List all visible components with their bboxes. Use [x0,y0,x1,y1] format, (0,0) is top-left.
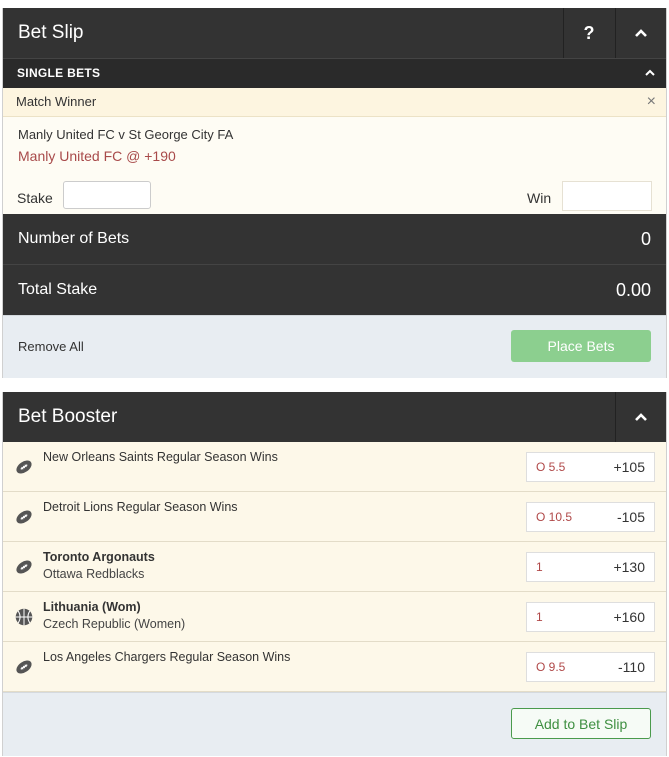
odds-price: +105 [613,459,645,475]
number-of-bets-label: Number of Bets [18,230,130,247]
booster-event-line1: Los Angeles Chargers Regular Season Wins [43,650,291,664]
football-icon [14,457,34,477]
win-label: Win [527,190,552,206]
single-bets-header: SINGLE BETS [3,58,666,88]
total-stake-row: Total Stake 0.00 [3,265,666,315]
odds-button[interactable]: 1 +160 [526,602,655,632]
chevron-up-icon[interactable] [644,68,656,77]
odds-button[interactable]: O 10.5 -105 [526,502,655,532]
odds-line: O 5.5 [536,460,566,474]
chevron-up-icon [635,29,647,37]
win-amount-field [562,181,652,211]
basketball-icon [14,607,34,627]
number-of-bets-value: 0 [640,229,651,249]
football-icon [14,657,34,677]
remove-all-link[interactable]: Remove All [18,316,84,378]
bet-slip-footer: Remove All Place Bets [3,315,666,378]
total-stake-value: 0.00 [615,280,651,300]
booster-row: New Orleans Saints Regular Season Wins O … [3,442,666,492]
bet-booster-title: Bet Booster [18,406,118,427]
odds-price: -105 [616,509,645,525]
booster-row: Los Angeles Chargers Regular Season Wins… [3,642,666,692]
place-bets-button[interactable]: Place Bets [511,330,651,362]
add-to-bet-slip-button[interactable]: Add to Bet Slip [511,708,651,739]
booster-event-line1: New Orleans Saints Regular Season Wins [43,450,278,464]
market-bar: Match Winner × [3,88,666,117]
odds-line: O 9.5 [536,660,566,674]
total-stake-label: Total Stake [18,281,98,298]
odds-price: +130 [613,559,645,575]
football-icon [14,557,34,577]
bet-slip-header: Bet Slip ? [3,8,666,58]
bet-slip-title: Bet Slip [18,22,84,43]
bet-booster-header: Bet Booster [3,392,666,442]
booster-event-line2: Czech Republic (Women) [43,617,186,631]
booster-row: Lithuania (Wom) Czech Republic (Women) 1 +1… [3,592,666,642]
stake-label: Stake [17,190,53,206]
odds-price: -110 [618,659,645,675]
bet-booster-panel: Bet Booster New Orleans Saints Regular S… [2,392,667,756]
football-icon [14,507,34,527]
stake-input[interactable] [63,181,151,209]
odds-button[interactable]: O 9.5 -110 [526,652,655,682]
bet-booster-footer: Add to Bet Slip [3,692,666,756]
collapse-bet-slip-button[interactable] [615,8,666,58]
odds-price: +160 [613,609,645,625]
odds-line: 1 [536,560,543,574]
booster-row: Toronto Argonauts Ottawa Redblacks 1 +130 [3,542,666,592]
booster-event-line1: Detroit Lions Regular Season Wins [43,500,238,514]
booster-event-line1: Lithuania (Wom) [43,600,141,614]
single-bets-label: SINGLE BETS [17,66,101,80]
close-icon[interactable]: × [647,88,656,116]
odds-line: O 10.5 [536,510,573,524]
number-of-bets-row: Number of Bets 0 [3,214,666,265]
odds-button[interactable]: O 5.5 +105 [526,452,655,482]
chevron-up-icon [635,413,647,421]
bet-selection: Manly United FC v St George City FA Manl… [3,117,666,214]
selection-odds: Manly United FC @ +190 [18,148,176,164]
help-icon: ? [583,22,595,43]
event-name: Manly United FC v St George City FA [18,127,234,142]
bet-slip-panel: Bet Slip ? SINGLE BETS Match Winner × Ma… [2,8,667,378]
market-label: Match Winner [16,94,97,109]
collapse-booster-button[interactable] [615,392,666,442]
booster-row: Detroit Lions Regular Season Wins O 10.5 -… [3,492,666,542]
odds-line: 1 [536,610,543,624]
odds-button[interactable]: 1 +130 [526,552,655,582]
booster-event-line2: Ottawa Redblacks [43,567,145,581]
booster-event-line1: Toronto Argonauts [43,550,155,564]
help-button[interactable]: ? [563,8,614,58]
